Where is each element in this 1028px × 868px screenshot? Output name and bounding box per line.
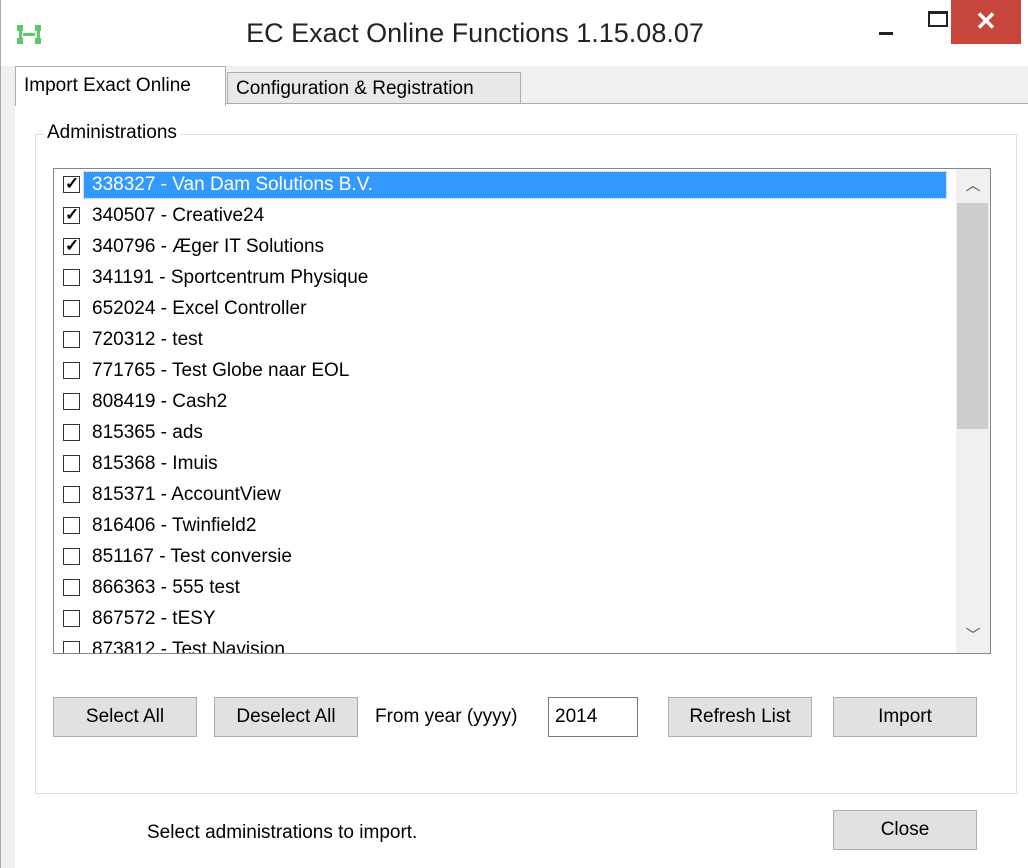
administration-label: 652024 - Excel Controller — [92, 298, 307, 319]
administration-label: 873812 - Test Navision — [92, 639, 285, 654]
administration-label: 338327 - Van Dam Solutions B.V. — [83, 171, 947, 199]
checkmark-icon: ✓ — [65, 236, 80, 255]
administration-checkbox[interactable] — [63, 548, 80, 565]
administration-checkbox[interactable] — [63, 579, 80, 596]
administration-checkbox[interactable] — [63, 641, 80, 653]
minimize-icon — [879, 32, 893, 35]
administration-label: 816406 - Twinfield2 — [92, 515, 257, 536]
deselect-all-button[interactable]: Deselect All — [214, 697, 358, 737]
refresh-list-button[interactable]: Refresh List — [668, 697, 812, 737]
select-all-button[interactable]: Select All — [53, 697, 197, 737]
list-item[interactable]: 652024 - Excel Controller — [54, 294, 946, 325]
administration-checkbox[interactable] — [63, 362, 80, 379]
list-item[interactable]: 808419 - Cash2 — [54, 387, 946, 418]
administration-checkbox[interactable] — [63, 517, 80, 534]
status-text: Select administrations to import. — [147, 822, 418, 843]
list-item[interactable]: 867572 - tESY — [54, 604, 946, 635]
administration-checkbox[interactable] — [63, 455, 80, 472]
from-year-label: From year (yyyy) — [375, 706, 518, 727]
list-item[interactable]: ✓ 338327 - Van Dam Solutions B.V. — [54, 170, 947, 201]
administration-label: 867572 - tESY — [92, 608, 216, 629]
administrations-checked-listbox[interactable]: ✓ 338327 - Van Dam Solutions B.V. ✓ 340507 … — [53, 168, 991, 654]
administration-checkbox[interactable]: ✓ — [63, 236, 80, 255]
list-item[interactable]: ✓ 340507 - Creative24 — [54, 201, 946, 232]
administration-label: 851167 - Test conversie — [92, 546, 292, 567]
list-item[interactable]: 341191 - Sportcentrum Physique — [54, 263, 946, 294]
list-item[interactable]: 815368 - Imuis — [54, 449, 946, 480]
close-icon: ✕ — [975, 6, 997, 36]
list-item[interactable]: 873812 - Test Navision — [54, 635, 946, 654]
list-item[interactable]: 720312 - test — [54, 325, 946, 356]
administration-checkbox[interactable] — [63, 331, 80, 348]
list-item[interactable]: 771765 - Test Globe naar EOL — [54, 356, 946, 387]
administration-label: 815368 - Imuis — [92, 453, 218, 474]
administration-label: 771765 - Test Globe naar EOL — [92, 360, 350, 381]
administration-checkbox[interactable] — [63, 424, 80, 441]
administrations-list: ✓ 338327 - Van Dam Solutions B.V. ✓ 340507 … — [54, 170, 947, 654]
close-window-button[interactable]: ✕ — [951, 0, 1021, 44]
maximize-icon — [928, 11, 948, 27]
list-item[interactable]: ✓ 340796 - Æger IT Solutions — [54, 232, 946, 263]
administration-label: 340796 - Æger IT Solutions — [92, 236, 325, 257]
app-window: EC Exact Online Functions 1.15.08.07 ✕ I… — [0, 0, 1028, 868]
import-button[interactable]: Import — [833, 697, 977, 737]
vertical-scrollbar[interactable]: ︿ ﹀ — [956, 169, 990, 653]
administration-checkbox[interactable] — [63, 610, 80, 627]
administration-checkbox[interactable]: ✓ — [63, 174, 80, 193]
list-item[interactable]: 815365 - ads — [54, 418, 946, 449]
administration-label: 808419 - Cash2 — [92, 391, 228, 412]
list-item[interactable]: 866363 - 555 test — [54, 573, 946, 604]
list-item[interactable]: 816406 - Twinfield2 — [54, 511, 946, 542]
import-tab-page: Administrations ✓ 338327 - Van Dam Soluti… — [15, 103, 1028, 868]
list-item[interactable]: 815371 - AccountView — [54, 480, 946, 511]
administration-checkbox[interactable] — [63, 300, 80, 317]
administrations-legend: Administrations — [45, 122, 181, 144]
scrollbar-thumb[interactable] — [957, 203, 988, 429]
list-item[interactable]: 851167 - Test conversie — [54, 542, 946, 573]
administration-label: 815365 - ads — [92, 422, 203, 443]
checkmark-icon: ✓ — [65, 174, 80, 193]
administration-label: 340507 - Creative24 — [92, 205, 265, 226]
chevron-down-icon[interactable]: ﹀ — [956, 619, 990, 653]
title-bar[interactable]: EC Exact Online Functions 1.15.08.07 ✕ — [1, 0, 1028, 66]
administration-checkbox[interactable] — [63, 269, 80, 286]
minimize-button[interactable] — [859, 0, 913, 44]
administration-label: 815371 - AccountView — [92, 484, 281, 505]
from-year-input[interactable]: 2014 — [548, 697, 638, 737]
administration-label: 866363 - 555 test — [92, 577, 240, 598]
administration-checkbox[interactable]: ✓ — [63, 205, 80, 224]
checkmark-icon: ✓ — [65, 205, 80, 224]
tab-import-exact-online[interactable]: Import Exact Online — [15, 66, 226, 106]
administration-label: 720312 - test — [92, 329, 203, 350]
administration-label: 341191 - Sportcentrum Physique — [92, 267, 369, 288]
close-button[interactable]: Close — [833, 810, 977, 850]
chevron-up-icon[interactable]: ︿ — [956, 169, 990, 203]
administration-checkbox[interactable] — [63, 393, 80, 410]
administration-checkbox[interactable] — [63, 486, 80, 503]
tab-configuration-registration[interactable]: Configuration & Registration — [227, 72, 521, 104]
